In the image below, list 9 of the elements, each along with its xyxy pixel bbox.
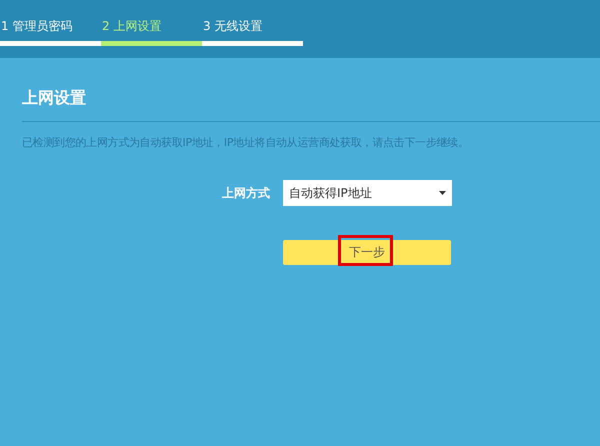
description-text: 已检测到您的上网方式为自动获取IP地址，IP地址将自动从运营商处获取，请点击下一步继续。 <box>22 135 470 151</box>
step-tab[interactable]: 2 上网设置 <box>101 17 202 46</box>
dropdown-caret-icon <box>439 191 446 195</box>
connection-type-dropdown[interactable]: 自动获得IP地址 <box>283 180 452 206</box>
field-label: 上网方式 <box>222 185 271 202</box>
next-button[interactable]: 下一步 <box>283 240 451 264</box>
step-tab[interactable]: 1 管理员密码 <box>0 17 101 46</box>
step-tab[interactable]: 3 无线设置 <box>202 17 303 46</box>
section-title: 上网设置 <box>22 87 87 109</box>
